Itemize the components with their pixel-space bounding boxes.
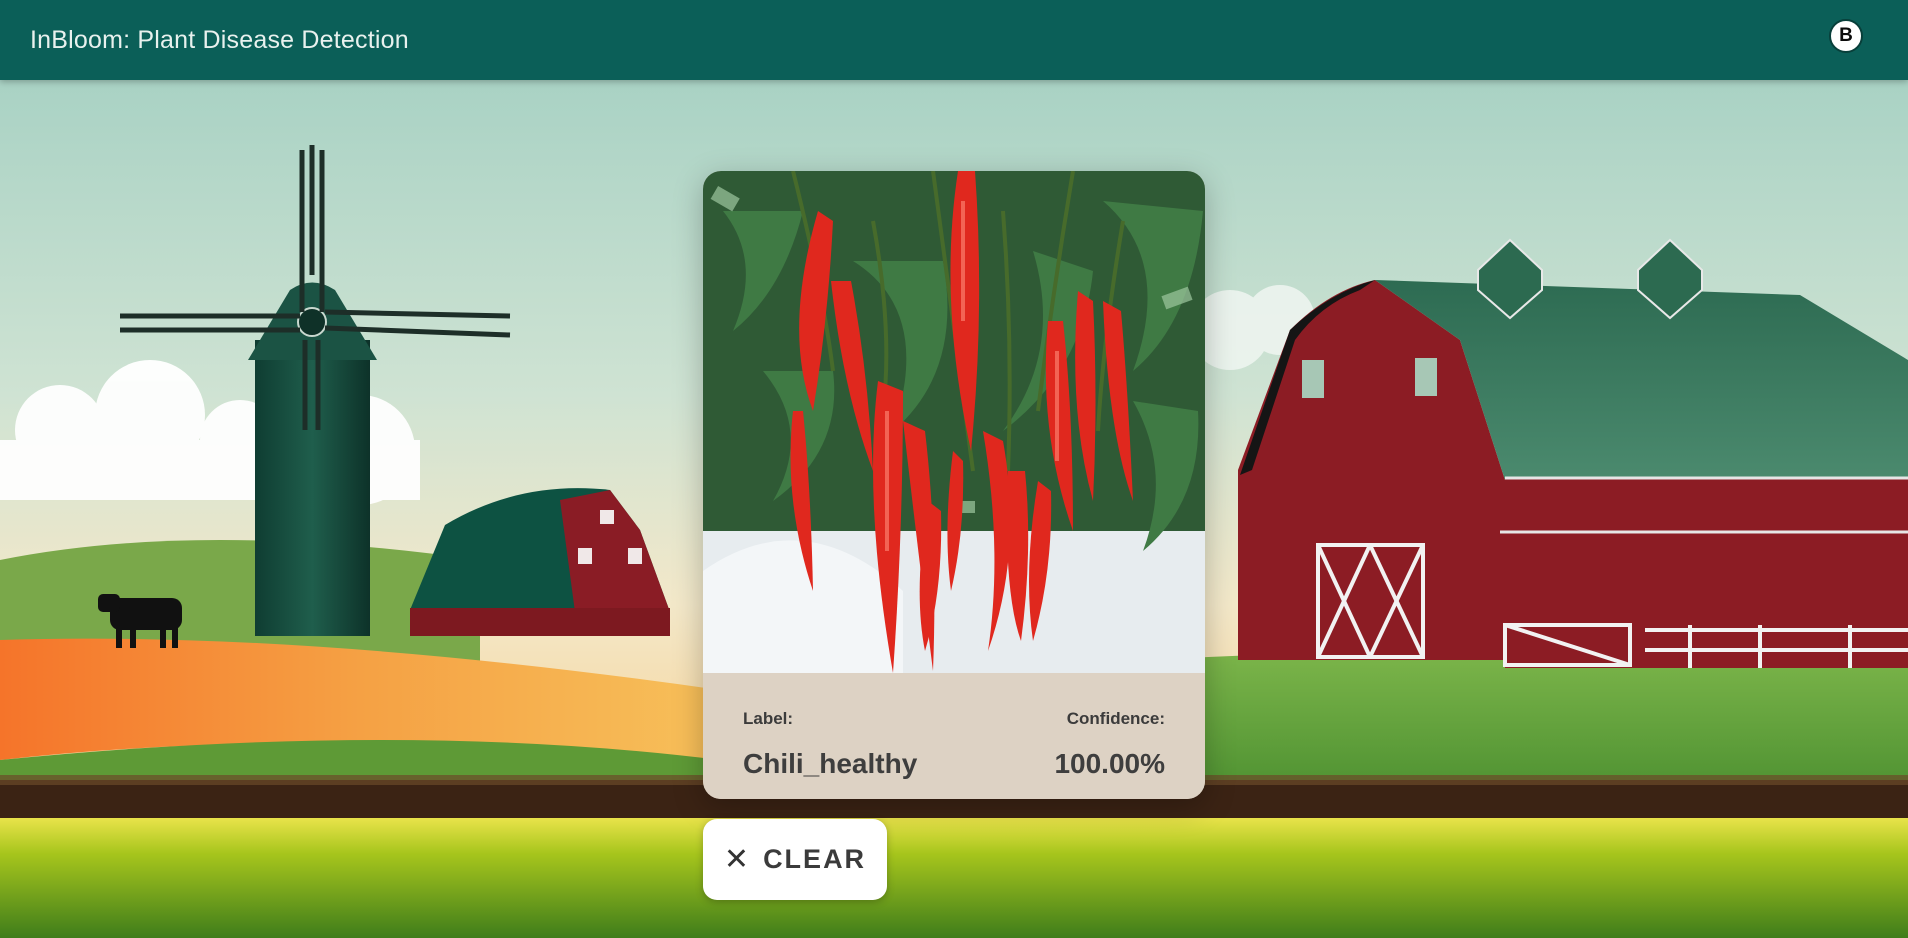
clear-button-label: CLEAR bbox=[763, 844, 867, 874]
label-value: Chili_healthy bbox=[743, 748, 918, 779]
confidence-value: 100.00% bbox=[1054, 748, 1165, 779]
prediction-result-panel: Label: Chili_healthy Confidence: 100.00% bbox=[703, 673, 1205, 799]
user-avatar[interactable]: B bbox=[1829, 19, 1863, 53]
close-icon: ✕ bbox=[723, 842, 750, 876]
prediction-card: Label: Chili_healthy Confidence: 100.00% bbox=[703, 171, 1205, 799]
confidence-heading: Confidence: bbox=[1066, 709, 1165, 728]
uploaded-chili-image bbox=[703, 171, 1205, 673]
app-title: InBloom: Plant Disease Detection bbox=[30, 26, 409, 54]
avatar-letter: B bbox=[1839, 25, 1853, 46]
app-header: InBloom: Plant Disease Detection B bbox=[0, 0, 1908, 80]
big-barn bbox=[1238, 238, 1908, 668]
clear-button[interactable]: ✕ CLEAR bbox=[703, 819, 887, 900]
label-heading: Label: bbox=[743, 709, 794, 728]
